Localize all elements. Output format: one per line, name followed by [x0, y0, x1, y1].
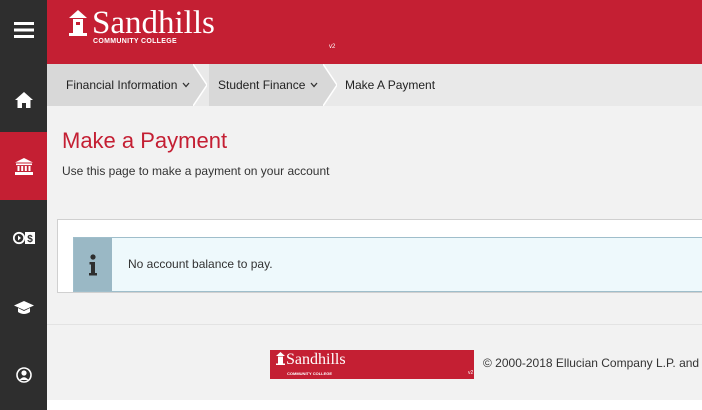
breadcrumb-label: Financial Information	[66, 78, 178, 92]
menu-icon	[13, 22, 34, 38]
footer-version-label: v2	[468, 370, 474, 376]
app-header: Sandhills COMMUNITY COLLEGE v2	[47, 0, 702, 64]
menu-button[interactable]	[0, 0, 47, 60]
lighthouse-icon	[276, 352, 285, 365]
sidebar-item-academics[interactable]	[0, 282, 47, 334]
alert-message: No account balance to pay.	[128, 257, 273, 271]
college-logo[interactable]: Sandhills COMMUNITY COLLEGE	[67, 6, 215, 45]
sidebar-item-payments[interactable]: $	[0, 212, 47, 264]
footer-logo-name: Sandhills	[275, 351, 346, 369]
breadcrumb: Financial Information Student Finance Ma…	[47, 64, 702, 106]
sidebar-item-home[interactable]	[0, 72, 47, 128]
svg-text:$: $	[27, 234, 33, 245]
breadcrumb-item-make-a-payment: Make A Payment	[345, 64, 435, 106]
page-title: Make a Payment	[62, 128, 228, 153]
logo-name: Sandhills	[92, 5, 215, 41]
breadcrumb-separator	[323, 64, 337, 106]
chevron-down-icon	[310, 82, 318, 88]
sidebar: $	[0, 0, 47, 410]
breadcrumb-item-financial-information[interactable]: Financial Information	[66, 64, 190, 106]
sidebar-item-profile[interactable]	[0, 350, 47, 400]
footer-logo-subtitle: COMMUNITY COLLEGE	[287, 371, 333, 376]
lighthouse-icon	[69, 10, 87, 36]
info-alert: No account balance to pay.	[73, 237, 702, 292]
main-content: Make a Payment Use this page to make a p…	[47, 106, 702, 324]
graduation-cap-icon	[13, 301, 34, 314]
footer-logo: Sandhills COMMUNITY COLLEGE v2	[270, 350, 474, 379]
bank-icon	[14, 157, 33, 175]
footer: Sandhills COMMUNITY COLLEGE v2 © 2000-20…	[47, 324, 702, 400]
version-label: v2	[329, 44, 336, 50]
copyright-text: © 2000-2018 Ellucian Company L.P. and it…	[483, 356, 702, 370]
user-icon	[15, 367, 32, 383]
breadcrumb-item-student-finance[interactable]: Student Finance	[218, 64, 318, 106]
alert-icon-box	[74, 238, 112, 291]
home-icon	[14, 92, 33, 108]
page-description: Use this page to make a payment on your …	[62, 164, 330, 178]
info-icon	[89, 253, 97, 275]
money-icon: $	[12, 231, 35, 245]
breadcrumb-separator	[193, 64, 207, 106]
breadcrumb-label: Student Finance	[218, 78, 306, 92]
breadcrumb-label: Make A Payment	[345, 78, 436, 92]
payment-panel: No account balance to pay.	[57, 219, 702, 293]
sidebar-item-finance[interactable]	[0, 132, 47, 200]
chevron-down-icon	[182, 82, 190, 88]
